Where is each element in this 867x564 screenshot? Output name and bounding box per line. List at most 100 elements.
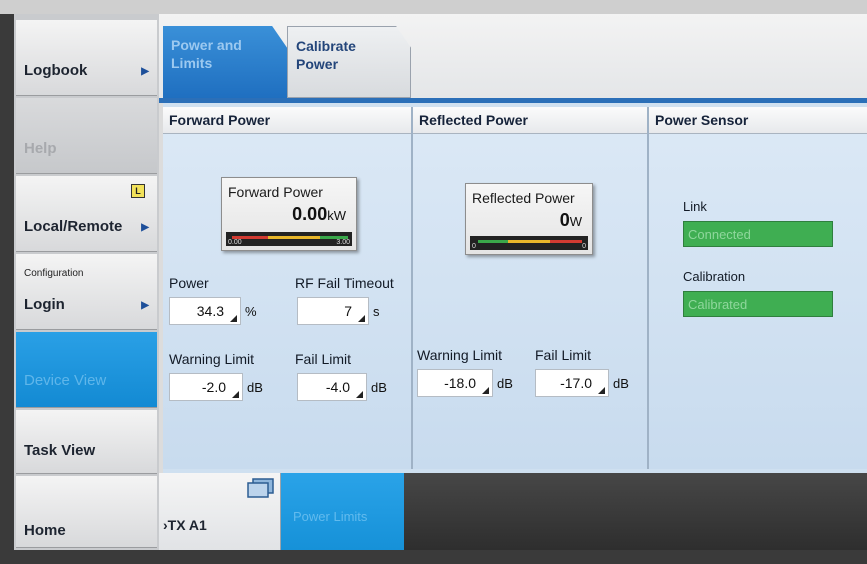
fail-limit-value: -17.0 bbox=[560, 375, 592, 391]
calibration-status: Calibrated bbox=[683, 291, 833, 317]
bottom-empty-area bbox=[404, 473, 867, 550]
meter-scale-max: 0 bbox=[582, 243, 586, 250]
edit-corner-icon bbox=[598, 387, 605, 394]
sidebar-item-login[interactable]: Configuration Login ▶ bbox=[16, 254, 157, 330]
warning-limit-unit: dB bbox=[247, 380, 263, 395]
forward-power-panel: Forward Power Forward Power 0.00kW 0.00 … bbox=[163, 107, 413, 469]
meter-segment-yellow bbox=[508, 240, 550, 243]
fail-limit-unit: dB bbox=[613, 376, 629, 391]
reflected-fail-limit-input[interactable]: -17.0 bbox=[535, 369, 609, 397]
warning-limit-value: -18.0 bbox=[444, 375, 476, 391]
panel-header: Forward Power bbox=[163, 107, 411, 134]
rf-fail-timeout-unit: s bbox=[373, 304, 380, 319]
sidebar-item-label: Task View bbox=[24, 442, 96, 459]
link-label: Link bbox=[683, 199, 707, 214]
fail-limit-label: Fail Limit bbox=[535, 347, 592, 363]
sidebar-item-help[interactable]: Help bbox=[16, 98, 157, 174]
fail-limit-label: Fail Limit bbox=[295, 351, 352, 367]
rf-fail-timeout-input[interactable]: 7 bbox=[297, 297, 369, 325]
panel-header: Reflected Power bbox=[413, 107, 647, 134]
meter-value: 0W bbox=[560, 210, 582, 231]
warning-limit-value: -2.0 bbox=[201, 379, 226, 395]
tab-calibrate-power[interactable]: Calibrate Power bbox=[287, 26, 411, 98]
panel-title: Reflected Power bbox=[419, 112, 528, 128]
meter-value-unit: W bbox=[569, 214, 582, 229]
power-unit: % bbox=[245, 304, 257, 319]
meter-scale-min: 0 bbox=[472, 243, 476, 250]
sidebar-item-logbook[interactable]: Logbook ▶ bbox=[16, 20, 157, 96]
meter-bar: 0.00 3.00 bbox=[226, 232, 352, 246]
power-sensor-panel: Power Sensor Link Connected Calibration … bbox=[649, 107, 867, 469]
tab-label-line2: Limits bbox=[171, 55, 213, 71]
meter-scale-min: 0.00 bbox=[228, 239, 242, 246]
sidebar-item-label: Local/Remote bbox=[24, 218, 123, 235]
sidebar-item-label: Login bbox=[24, 296, 65, 313]
meter-value-number: 0 bbox=[559, 210, 570, 230]
chevron-right-icon: ▶ bbox=[141, 222, 149, 233]
calibration-label: Calibration bbox=[683, 269, 746, 284]
meter-segment-red bbox=[550, 240, 582, 243]
fail-limit-unit: dB bbox=[371, 380, 387, 395]
warning-limit-unit: dB bbox=[497, 376, 513, 391]
forward-warning-limit-input[interactable]: -2.0 bbox=[169, 373, 243, 401]
sidebar-item-device-view[interactable]: Device View bbox=[16, 332, 157, 408]
sidebar-item-label: Home bbox=[24, 522, 66, 539]
meter-segment-yellow bbox=[268, 236, 320, 239]
rf-fail-timeout-label: RF Fail Timeout bbox=[295, 275, 394, 291]
sidebar-item-caption: Configuration bbox=[24, 268, 84, 279]
meter-value: 0.00kW bbox=[292, 204, 346, 225]
sidebar-item-local-remote[interactable]: L Local/Remote ▶ bbox=[16, 176, 157, 252]
breadcrumb-label-text: TX A1 bbox=[167, 517, 207, 533]
device-screen: Logbook ▶ Help L Local/Remote ▶ Configur… bbox=[14, 14, 867, 550]
panel-title: Power Sensor bbox=[655, 112, 749, 128]
fail-limit-value: -4.0 bbox=[325, 379, 350, 395]
calibration-status-text: Calibrated bbox=[688, 297, 748, 312]
tab-label-line2: Power bbox=[296, 56, 339, 72]
edit-corner-icon bbox=[230, 315, 237, 322]
chevron-right-icon: ▶ bbox=[141, 300, 149, 311]
panel-header: Power Sensor bbox=[649, 107, 867, 134]
tab-label-line1: Calibrate bbox=[296, 38, 356, 54]
edit-corner-icon bbox=[232, 391, 239, 398]
sidebar-item-task-view[interactable]: Task View bbox=[16, 410, 157, 474]
tab-power-and-limits[interactable]: Power and Limits bbox=[163, 26, 287, 98]
forward-power-meter: Forward Power 0.00kW 0.00 3.00 bbox=[221, 177, 357, 251]
edit-corner-icon bbox=[358, 315, 365, 322]
warning-limit-label: Warning Limit bbox=[417, 347, 503, 363]
meter-segment-green bbox=[478, 240, 508, 243]
meter-title: Reflected Power bbox=[472, 190, 575, 206]
meter-bar: 0 0 bbox=[470, 236, 588, 250]
device-stack-icon bbox=[247, 478, 274, 498]
edit-corner-icon bbox=[356, 391, 363, 398]
power-input[interactable]: 34.3 bbox=[169, 297, 241, 325]
tab-label: Calibrate Power bbox=[296, 37, 356, 73]
sidebar: Logbook ▶ Help L Local/Remote ▶ Configur… bbox=[14, 14, 159, 550]
power-value: 34.3 bbox=[196, 303, 224, 319]
meter-value-number: 0.00 bbox=[292, 204, 328, 224]
chevron-right-icon: ▶ bbox=[141, 66, 149, 77]
tab-label: Power and Limits bbox=[171, 36, 242, 72]
sidebar-item-label: Help bbox=[24, 140, 57, 157]
breadcrumb-item-tx-a1[interactable]: ›TX A1 bbox=[159, 473, 281, 550]
reflected-power-meter: Reflected Power 0W 0 0 bbox=[465, 183, 593, 255]
forward-fail-limit-input[interactable]: -4.0 bbox=[297, 373, 367, 401]
meter-scale-max: 3.00 bbox=[336, 239, 350, 246]
tab-label-line1: Power and bbox=[171, 37, 242, 53]
meter-title: Forward Power bbox=[228, 184, 323, 200]
panel-title: Forward Power bbox=[169, 112, 271, 128]
local-mode-badge: L bbox=[131, 184, 145, 198]
link-status: Connected bbox=[683, 221, 833, 247]
meter-value-unit: kW bbox=[327, 208, 346, 223]
bezel-top-edge bbox=[0, 0, 867, 14]
rf-fail-timeout-value: 7 bbox=[344, 303, 352, 319]
breadcrumb-item-power-limits[interactable]: Power Limits bbox=[281, 473, 404, 550]
edit-corner-icon bbox=[482, 387, 489, 394]
sidebar-item-label: Logbook bbox=[24, 62, 88, 79]
reflected-warning-limit-input[interactable]: -18.0 bbox=[417, 369, 493, 397]
breadcrumb-label: Power Limits bbox=[293, 509, 368, 524]
reflected-power-panel: Reflected Power Reflected Power 0W 0 0 W… bbox=[413, 107, 649, 469]
warning-limit-label: Warning Limit bbox=[169, 351, 255, 367]
power-label: Power bbox=[169, 275, 209, 291]
main-content: Forward Power Forward Power 0.00kW 0.00 … bbox=[163, 103, 867, 473]
sidebar-item-home[interactable]: Home bbox=[16, 476, 157, 548]
